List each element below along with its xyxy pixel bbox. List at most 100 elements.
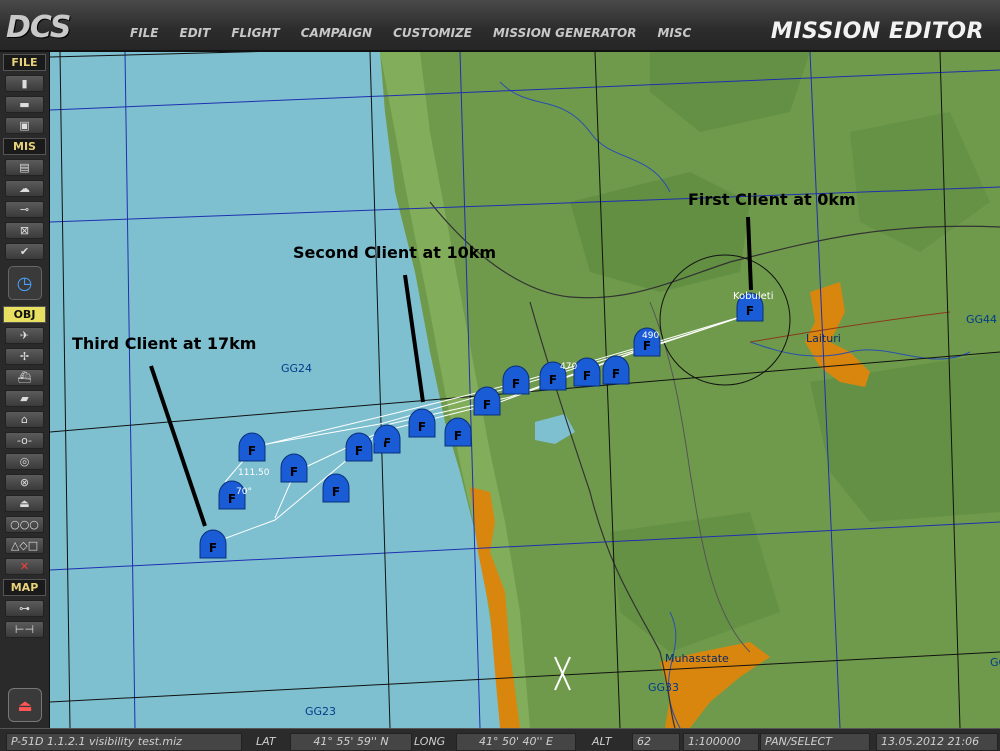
menu-customize[interactable]: CUSTOMIZE <box>393 26 472 40</box>
file-section-label: FILE <box>3 54 46 71</box>
delete-button[interactable]: ✕ <box>5 558 44 575</box>
menu-flight[interactable]: FLIGHT <box>231 26 279 40</box>
svg-text:F: F <box>643 339 651 353</box>
add-template-button[interactable]: ○○○ <box>5 516 44 533</box>
template-icon: ○○○ <box>10 518 39 531</box>
check-button[interactable]: ✔ <box>5 243 44 260</box>
obj-section-label: OBJ <box>3 306 46 323</box>
svg-text:F: F <box>583 369 591 383</box>
eject-icon: ⏏ <box>17 695 33 715</box>
tank-icon: ▰ <box>20 392 29 405</box>
svg-text:F: F <box>209 541 217 555</box>
clock-icon: ◷ <box>16 272 33 294</box>
menu-file[interactable]: FILE <box>130 26 159 40</box>
map-view[interactable]: FFFFFFFFFFFFFFFF GG24 GG23 GG44 GG33 GG6… <box>50 52 1000 728</box>
add-shapes-button[interactable]: △◇□ <box>5 537 44 554</box>
briefing-button[interactable]: ▤ <box>5 159 44 176</box>
add-ship-button[interactable]: ⛴ <box>5 369 44 386</box>
svg-text:F: F <box>228 492 236 506</box>
annotation-second-client: Second Client at 10km <box>293 243 496 262</box>
add-vehicle-button[interactable]: ▰ <box>5 390 44 407</box>
aircraft-group-marker[interactable]: F <box>473 386 501 416</box>
svg-text:F: F <box>332 485 340 499</box>
weather-button[interactable]: ☁ <box>5 180 44 197</box>
grid-label-gg23: GG23 <box>305 705 336 718</box>
aircraft-group-marker[interactable]: F <box>238 432 266 462</box>
aircraft-group-marker[interactable]: F <box>280 453 308 483</box>
svg-text:F: F <box>612 367 620 381</box>
key-icon: ⊶ <box>19 602 30 615</box>
add-zone-button[interactable]: ◎ <box>5 453 44 470</box>
add-static-button[interactable]: ⌂ <box>5 411 44 428</box>
crosshair-icon: ⊗ <box>19 476 30 489</box>
add-nav-point-button[interactable]: ⊗ <box>5 474 44 491</box>
save-file-button[interactable]: ▣ <box>5 117 44 134</box>
map-options-button[interactable]: ⊶ <box>5 600 44 617</box>
grid-label-gg44: GG44 <box>966 313 997 326</box>
add-bullseye-button[interactable]: ⏏ <box>5 495 44 512</box>
triggers-button[interactable]: ⊸ <box>5 201 44 218</box>
helicopter-icon: ✢ <box>19 350 30 363</box>
aircraft-group-marker[interactable]: F <box>573 357 601 387</box>
svg-text:F: F <box>290 465 298 479</box>
main-menu: FILE EDIT FLIGHT CAMPAIGN CUSTOMIZE MISS… <box>130 26 691 40</box>
grid-label-gg24: GG24 <box>281 362 312 375</box>
svg-text:F: F <box>746 304 754 318</box>
cloud-icon: ☁ <box>19 182 30 195</box>
aircraft-group-marker[interactable]: F <box>373 424 401 454</box>
map-section-label: MAP <box>3 579 46 596</box>
menu-mission-generator[interactable]: MISSION GENERATOR <box>493 26 636 40</box>
lat-label: LAT <box>256 735 276 748</box>
svg-text:F: F <box>454 429 462 443</box>
alt-value: 62 <box>632 733 680 751</box>
trigger-icon: ⊸ <box>19 203 30 216</box>
new-file-icon: ▮ <box>21 77 28 90</box>
menu-campaign[interactable]: CAMPAIGN <box>301 26 372 40</box>
add-plane-button[interactable]: ✈ <box>5 327 44 344</box>
aircraft-group-marker[interactable]: F <box>408 408 436 438</box>
altitude-label: 470 <box>560 362 577 372</box>
dcs-logo: DCS <box>6 10 71 45</box>
new-file-button[interactable]: ▮ <box>5 75 44 92</box>
save-icon: ▣ <box>19 119 30 132</box>
goals-button[interactable]: ⊠ <box>5 222 44 239</box>
clipboard-icon: ▤ <box>19 161 30 174</box>
exit-button[interactable]: ⏏ <box>8 688 42 722</box>
menu-edit[interactable]: EDIT <box>180 26 211 40</box>
aircraft-group-marker[interactable]: F <box>322 473 350 503</box>
add-waypoint-button[interactable]: -o- <box>5 432 44 449</box>
bullseye-icon: ⏏ <box>19 497 30 510</box>
heading-label: 70° <box>236 487 252 497</box>
place-kobuleti: Kobuleti <box>733 291 774 302</box>
target-box-icon: ⊠ <box>19 224 30 237</box>
aircraft-group-marker[interactable]: F <box>199 529 227 559</box>
svg-text:F: F <box>355 444 363 458</box>
folder-icon: ▬ <box>19 98 30 111</box>
menu-misc[interactable]: MISC <box>657 26 691 40</box>
open-file-button[interactable]: ▬ <box>5 96 44 113</box>
clock-button[interactable]: ◷ <box>7 266 42 300</box>
checkmark-icon: ✔ <box>19 245 30 258</box>
top-menu-bar: DCS FILE EDIT FLIGHT CAMPAIGN CUSTOMIZE … <box>0 0 1000 52</box>
add-helicopter-button[interactable]: ✢ <box>5 348 44 365</box>
svg-text:F: F <box>483 398 491 412</box>
grid-label-gg33: GG33 <box>648 681 679 694</box>
annotation-third-client: Third Client at 17km <box>72 334 256 353</box>
mission-file-name: P-51D 1.1.2.1 visibility test.miz <box>6 733 242 751</box>
waypoint-icon: -o- <box>16 434 33 447</box>
place-muhasstate: Muhasstate <box>665 652 729 665</box>
svg-text:F: F <box>549 373 557 387</box>
edit-mode: PAN/SELECT <box>760 733 870 751</box>
speed-label: 111.50 <box>238 468 270 478</box>
ruler-button[interactable]: ⊢⊣ <box>5 621 44 638</box>
altitude-label: 490 <box>642 331 659 341</box>
aircraft-group-marker[interactable]: F <box>602 355 630 385</box>
alt-label: ALT <box>592 735 612 748</box>
aircraft-group-marker[interactable]: F <box>444 417 472 447</box>
plane-icon: ✈ <box>19 329 30 342</box>
aircraft-group-marker[interactable]: F <box>345 432 373 462</box>
ruler-icon: ⊢⊣ <box>14 623 35 636</box>
map-scale[interactable]: 1:100000 <box>683 733 759 751</box>
aircraft-group-marker[interactable]: F <box>502 365 530 395</box>
mission-datetime: 13.05.2012 21:06 <box>876 733 998 751</box>
